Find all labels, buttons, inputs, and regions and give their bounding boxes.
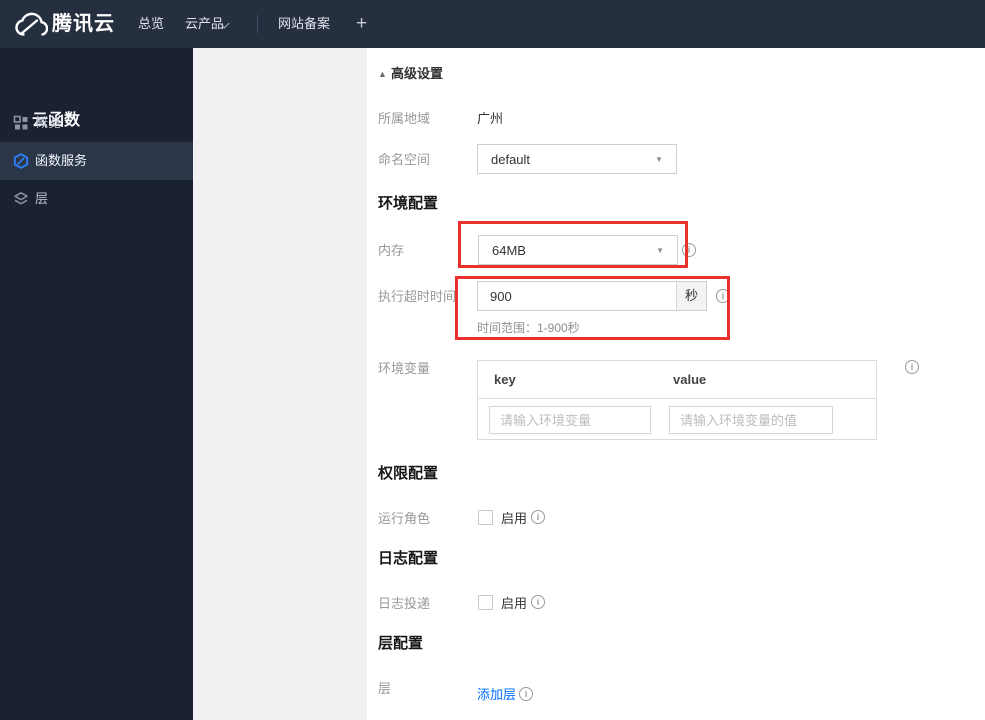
memory-info-icon[interactable]: i xyxy=(682,243,696,257)
add-layer-info-icon[interactable]: i xyxy=(519,687,533,701)
caret-down-icon: ▼ xyxy=(655,155,663,164)
secondary-panel xyxy=(193,48,367,720)
log-delivery-info-icon[interactable]: i xyxy=(531,595,545,609)
nav-divider xyxy=(257,15,258,33)
timeout-label: 执行超时时间 xyxy=(378,289,457,304)
advanced-settings-toggle[interactable]: 高级设置 xyxy=(391,66,443,81)
collapse-up-icon[interactable]: ▲ xyxy=(378,69,387,79)
env-config-section-title: 环境配置 xyxy=(378,195,439,212)
timeout-input-group: 秒 xyxy=(477,281,707,311)
timeout-info-icon[interactable]: i xyxy=(716,289,730,303)
env-vars-table: key value xyxy=(477,360,877,440)
env-value-header: value xyxy=(673,372,707,387)
memory-selected-value: 64MB xyxy=(492,243,526,258)
function-icon xyxy=(13,153,29,169)
run-role-enable-label: 启用 xyxy=(501,511,528,526)
namespace-label: 命名空间 xyxy=(378,152,431,167)
sidebar: 云函数 概览 函数服务 层 xyxy=(0,48,193,720)
sidebar-item-function-service[interactable]: 函数服务 xyxy=(0,142,193,180)
sidebar-item-label: 概览 xyxy=(35,115,62,130)
run-role-label: 运行角色 xyxy=(378,511,431,526)
perm-config-section-title: 权限配置 xyxy=(378,465,439,482)
nav-item-overview[interactable]: 总览 xyxy=(138,0,164,48)
sidebar-item-layers[interactable]: 层 xyxy=(0,180,193,218)
tencent-cloud-logo-icon xyxy=(15,12,48,36)
sidebar-item-overview[interactable]: 概览 xyxy=(0,104,193,142)
caret-down-icon: ▼ xyxy=(656,246,664,255)
env-key-input[interactable] xyxy=(489,406,651,434)
top-navbar: 腾讯云 总览 云产品 网站备案 + xyxy=(0,0,985,48)
log-delivery-label: 日志投递 xyxy=(378,596,431,611)
nav-item-products[interactable]: 云产品 xyxy=(185,0,224,48)
brand-name[interactable]: 腾讯云 xyxy=(52,0,115,48)
nav-item-icp[interactable]: 网站备案 xyxy=(278,0,330,48)
timeout-input[interactable] xyxy=(478,282,677,310)
plus-icon[interactable]: + xyxy=(356,0,367,48)
namespace-select[interactable]: default ▼ xyxy=(477,144,677,174)
timeout-range-hint: 时间范围：1-900秒 xyxy=(477,321,580,335)
log-delivery-enable-label: 启用 xyxy=(501,596,528,611)
layer-label: 层 xyxy=(378,681,392,696)
region-label: 所属地域 xyxy=(378,111,431,126)
env-key-header: key xyxy=(494,372,516,387)
layer-config-section-title: 层配置 xyxy=(378,635,424,652)
timeout-unit-addon: 秒 xyxy=(676,282,706,310)
env-vars-info-icon[interactable]: i xyxy=(905,360,919,374)
log-delivery-enable-checkbox[interactable] xyxy=(478,595,493,610)
table-header-divider xyxy=(478,398,876,399)
sidebar-item-label: 层 xyxy=(35,191,49,206)
env-vars-label: 环境变量 xyxy=(378,361,431,376)
env-value-input[interactable] xyxy=(669,406,833,434)
layers-icon xyxy=(14,192,28,205)
add-layer-link[interactable]: 添加层 xyxy=(477,687,516,702)
run-role-info-icon[interactable]: i xyxy=(531,510,545,524)
sidebar-item-label: 函数服务 xyxy=(35,153,88,168)
grid-icon xyxy=(13,115,28,130)
log-config-section-title: 日志配置 xyxy=(378,550,439,567)
memory-label: 内存 xyxy=(378,243,405,258)
memory-select[interactable]: 64MB ▼ xyxy=(478,235,678,265)
run-role-enable-checkbox[interactable] xyxy=(478,510,493,525)
region-value: 广州 xyxy=(477,111,504,126)
namespace-selected-value: default xyxy=(491,152,531,167)
